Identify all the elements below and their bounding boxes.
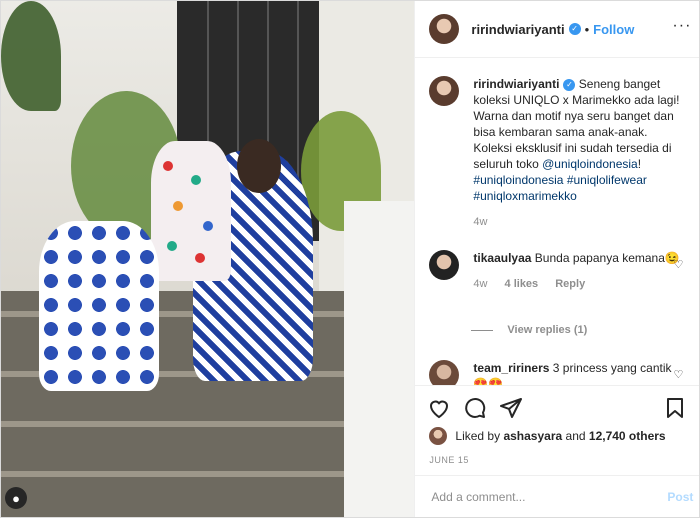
caption-time[interactable]: 4w [473, 216, 487, 228]
action-bar [415, 385, 700, 432]
comment-likes[interactable]: 4 likes [505, 278, 539, 290]
likes-summary: Liked by ashasyara and 12,740 others [429, 427, 693, 445]
instagram-post: ● ririndwiariyanti ✓ • Follow ··· rirind… [0, 0, 700, 518]
caption-mention-link[interactable]: @uniqloindonesia [542, 157, 638, 171]
bookmark-icon[interactable] [663, 396, 687, 420]
verified-badge-icon: ✓ [563, 78, 576, 91]
comment-username[interactable]: tikaaulyaa [473, 251, 531, 265]
post-button[interactable]: Post [667, 490, 693, 504]
follow-button[interactable]: Follow [593, 22, 634, 37]
photo-girl-standing [151, 141, 231, 281]
caption-username[interactable]: ririndwiariyanti [473, 77, 559, 91]
add-comment-bar: Post [415, 475, 700, 518]
caption-hashtags[interactable]: #uniqloindonesia #uniqlolifewear #uniqlo… [473, 173, 646, 203]
avatar[interactable] [429, 14, 460, 44]
view-replies-button[interactable]: View replies (1) [471, 324, 587, 336]
photo-railing [344, 201, 415, 517]
more-options-icon[interactable]: ··· [672, 17, 691, 35]
comment-item: tikaaulyaa Bunda papanya kemana😉 4w 4 li… [429, 250, 691, 292]
likes-count[interactable]: 12,740 others [589, 429, 666, 443]
post-photo[interactable]: ● [1, 1, 415, 517]
verified-badge-icon: ✓ [568, 23, 581, 35]
comment-input[interactable] [429, 489, 654, 505]
comment-like-heart-icon[interactable]: ♡ [674, 258, 684, 271]
post-header: ririndwiariyanti ✓ • Follow ··· [415, 1, 700, 58]
person-icon[interactable]: ● [5, 487, 27, 509]
post-side-panel: ririndwiariyanti ✓ • Follow ··· ririndwi… [414, 1, 700, 518]
comment-username[interactable]: team_ririners [473, 361, 549, 375]
post-date[interactable]: JUNE 15 [429, 455, 469, 465]
comment-time[interactable]: 4w [473, 278, 487, 290]
liked-by-user[interactable]: ashasyara [503, 429, 562, 443]
header-username[interactable]: ririndwiariyanti [471, 22, 564, 37]
comment-icon[interactable] [463, 396, 487, 420]
share-icon[interactable] [499, 396, 523, 420]
comments-section[interactable]: ririndwiariyanti ✓ Seneng banget koleksi … [415, 58, 699, 385]
avatar[interactable] [429, 360, 460, 385]
avatar[interactable] [429, 427, 448, 445]
separator-dot: • [584, 21, 590, 37]
reply-button[interactable]: Reply [555, 278, 585, 290]
heart-icon[interactable] [427, 396, 451, 420]
caption: ririndwiariyanti ✓ Seneng banget koleksi … [429, 76, 691, 230]
photo-girl-sitting [39, 221, 159, 391]
photo-plant-left [1, 1, 61, 111]
avatar[interactable] [429, 76, 460, 106]
avatar[interactable] [429, 250, 460, 280]
comment-text: Bunda papanya kemana😉 [534, 251, 680, 265]
comment-item: team_ririners 3 princess yang cantik 😍😍 [429, 360, 691, 385]
comment-like-heart-icon[interactable]: ♡ [674, 368, 684, 381]
